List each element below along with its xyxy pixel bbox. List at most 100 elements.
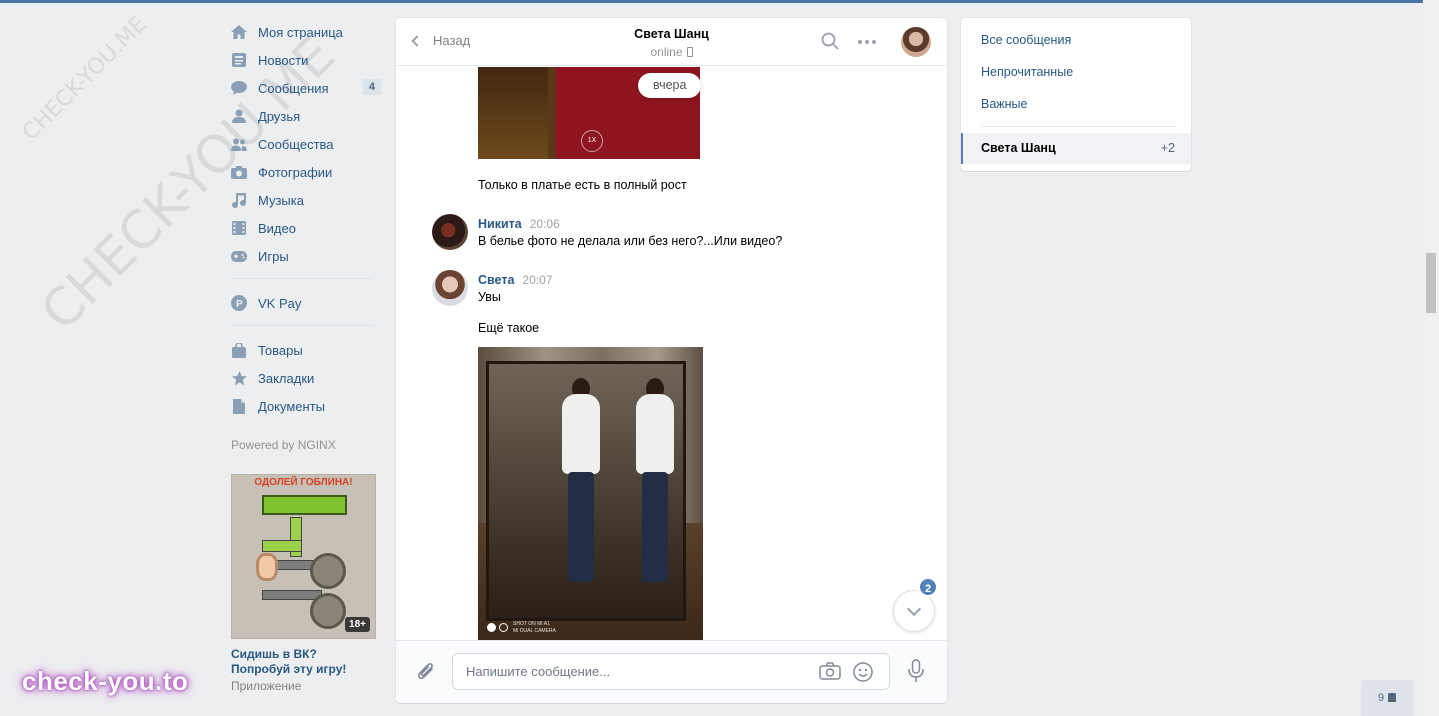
music-icon xyxy=(231,192,247,208)
friends-icon xyxy=(231,108,247,124)
ad-game-pipe xyxy=(262,590,322,600)
nav-item-groups[interactable]: Сообщества xyxy=(231,130,381,158)
camera-mode-dots xyxy=(487,623,508,632)
games-icon xyxy=(231,248,247,264)
chat-status: online xyxy=(396,45,947,59)
filter-all-messages[interactable]: Все сообщения xyxy=(981,33,1071,47)
avatar[interactable] xyxy=(901,27,931,57)
nav-item-bookmarks[interactable]: Закладки xyxy=(231,364,381,392)
nav-label: Товары xyxy=(258,342,303,358)
avatar[interactable] xyxy=(432,270,468,306)
scrollbar-thumb[interactable] xyxy=(1426,253,1436,313)
message-composer xyxy=(396,640,947,703)
avatar[interactable] xyxy=(432,214,468,250)
author-name[interactable]: Света xyxy=(478,273,514,287)
message-author[interactable]: Никита 20:06 xyxy=(478,217,560,231)
filter-unread[interactable]: Непрочитанные xyxy=(981,65,1073,79)
age-rating-badge: 18+ xyxy=(345,617,370,632)
document-icon xyxy=(231,398,247,414)
page-scrollbar[interactable] xyxy=(1423,0,1439,716)
more-options-icon[interactable] xyxy=(858,40,879,44)
message-time[interactable]: 20:06 xyxy=(530,217,560,231)
search-icon[interactable] xyxy=(821,32,839,53)
scrollbar-fade xyxy=(1423,676,1439,716)
online-friends-button[interactable]: 9 xyxy=(1361,680,1413,716)
chat-header: Назад Света Шанц online xyxy=(396,18,947,66)
ad-goblin-circle xyxy=(310,553,346,589)
ad-title[interactable]: Сидишь в ВК? Попробуй эту игру! xyxy=(231,647,376,677)
message-author[interactable]: Света 20:07 xyxy=(478,273,552,287)
conversation-unread-count: +2 xyxy=(1160,141,1175,155)
nav-item-goods[interactable]: Товары xyxy=(231,336,381,364)
ad-game-platform xyxy=(262,495,347,515)
date-separator: вчера xyxy=(638,73,702,98)
message-photo[interactable]: SHOT ON MI A1 MI DUAL CAMERA xyxy=(478,347,703,640)
groups-icon xyxy=(231,136,247,152)
nav-item-documents[interactable]: Документы xyxy=(231,392,381,420)
nav-item-photos[interactable]: Фотографии xyxy=(231,158,381,186)
video-icon xyxy=(231,220,247,236)
camera-icon[interactable] xyxy=(819,662,841,683)
nav-item-vkpay[interactable]: P VK Pay xyxy=(231,289,381,317)
ad-block[interactable]: ОДОЛЕЙ ГОБЛИНА! 18+ Сидишь в ВК? Попробу… xyxy=(231,474,376,693)
camera-watermark: SHOT ON MI A1 MI DUAL CAMERA xyxy=(513,621,556,634)
brand-watermark: check-you.to xyxy=(22,666,189,696)
message-input[interactable] xyxy=(466,654,806,689)
nav-item-music[interactable]: Музыка xyxy=(231,186,381,214)
panel-divider xyxy=(981,126,1177,127)
emoji-icon[interactable] xyxy=(853,662,873,685)
nav-item-games[interactable]: Игры xyxy=(231,242,381,270)
active-conversation-item[interactable]: Света Шанц +2 xyxy=(961,133,1191,164)
nav-label: Сообщества xyxy=(258,136,334,152)
ad-hand xyxy=(256,553,278,581)
message-time[interactable]: 20:07 xyxy=(522,273,552,287)
online-status-text: online xyxy=(650,45,683,59)
messages-icon xyxy=(231,80,247,96)
message-text: Только в платье есть в полный рост xyxy=(478,178,687,192)
home-icon xyxy=(231,24,247,40)
author-name[interactable]: Никита xyxy=(478,217,522,231)
bag-icon xyxy=(231,342,247,358)
nav-item-my-page[interactable]: Моя страница xyxy=(231,18,381,46)
photo-door xyxy=(478,67,548,159)
mobile-phone-icon xyxy=(686,47,693,57)
scroll-down-button[interactable]: 2 xyxy=(893,577,938,632)
photo-figure xyxy=(562,378,600,582)
video-speed-indicator: 1X xyxy=(581,130,603,152)
nav-item-friends[interactable]: Друзья xyxy=(231,102,381,130)
nav-label: Видео xyxy=(258,220,296,236)
microphone-icon[interactable] xyxy=(908,659,924,686)
conversation-name: Света Шанц xyxy=(981,141,1056,155)
camera-icon xyxy=(231,164,247,180)
watermark-small: CHECK-YOU.ME xyxy=(18,11,152,146)
chat-title[interactable]: Света Шанц xyxy=(396,27,947,41)
ad-image-title: ОДОЛЕЙ ГОБЛИНА! xyxy=(254,477,353,488)
paperclip-icon[interactable] xyxy=(416,660,436,685)
message-history[interactable]: 1X вчера Только в платье есть в полный р… xyxy=(396,67,947,640)
message-text: Увы xyxy=(478,290,501,304)
nav-label: Фотографии xyxy=(258,164,333,180)
chevron-down-icon xyxy=(906,601,922,617)
ad-image[interactable]: ОДОЛЕЙ ГОБЛИНА! 18+ xyxy=(231,474,376,639)
svg-text:P: P xyxy=(236,299,243,310)
ad-game-pipe xyxy=(262,540,302,552)
chat-panel: Назад Света Шанц online 1X вчера Только … xyxy=(396,18,947,703)
filter-important[interactable]: Важные xyxy=(981,97,1028,111)
nav-item-news[interactable]: Новости xyxy=(231,46,381,74)
messages-filter-panel: Все сообщения Непрочитанные Важные Света… xyxy=(961,18,1191,171)
ad-goblin-circle xyxy=(310,593,346,629)
news-icon xyxy=(231,52,247,68)
nav-label: Музыка xyxy=(258,192,304,208)
message-text: В белье фото не делала или без него?...И… xyxy=(478,234,783,248)
nav-item-messages[interactable]: Сообщения 4 xyxy=(231,74,381,102)
unread-count-badge: 2 xyxy=(918,577,938,597)
powered-by-text: Powered by NGINX xyxy=(231,438,336,452)
person-icon xyxy=(1388,693,1397,702)
nav-label: Закладки xyxy=(258,370,315,386)
nav-label: Друзья xyxy=(258,108,301,124)
message-input-box[interactable] xyxy=(452,653,890,690)
nav-item-video[interactable]: Видео xyxy=(231,214,381,242)
messages-count-badge: 4 xyxy=(362,79,381,95)
top-bar-line xyxy=(0,0,1423,3)
ad-subtitle: Приложение xyxy=(231,679,302,693)
